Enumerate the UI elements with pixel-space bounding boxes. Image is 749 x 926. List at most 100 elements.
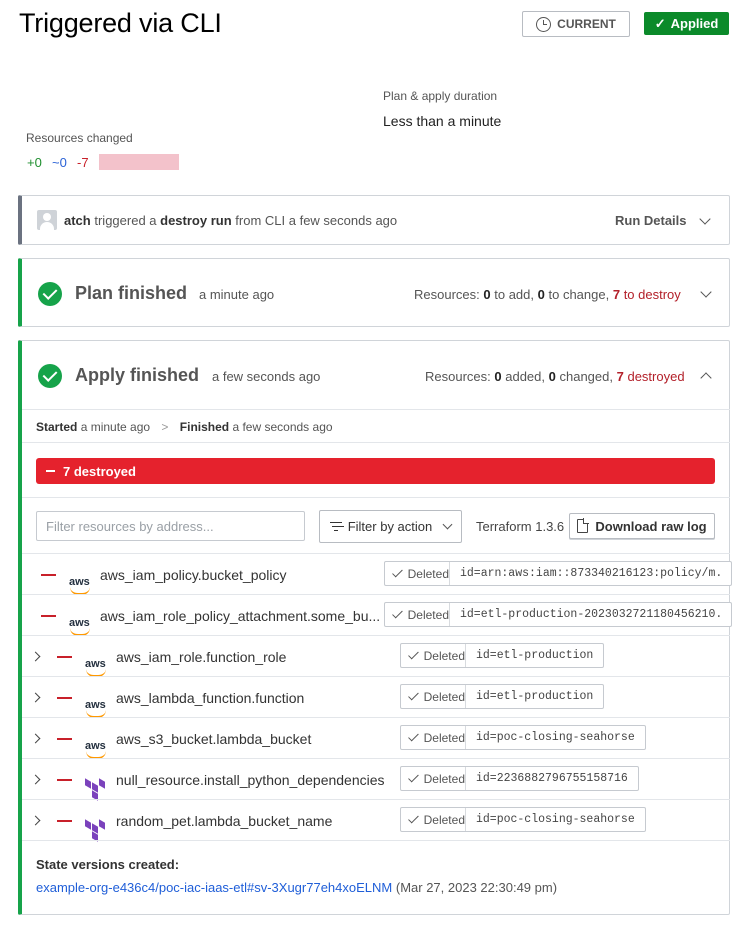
chevron-right-icon[interactable]: [30, 774, 41, 785]
run-description: atch triggered a destroy run from CLI a …: [64, 213, 397, 228]
resource-name: random_pet.lambda_bucket_name: [116, 813, 333, 829]
minus-icon: [46, 470, 55, 472]
deleted-status: Deleted: [385, 603, 450, 626]
document-icon: [577, 518, 590, 533]
resource-name: aws_s3_bucket.lambda_bucket: [116, 731, 312, 747]
check-icon: ✓: [654, 15, 666, 31]
resource-row[interactable]: random_pet.lambda_bucket_name Deleted id=p…: [22, 799, 730, 842]
apply-destroyed-text: destroyed: [627, 369, 685, 384]
divider: [22, 442, 730, 443]
chevron-right-icon[interactable]: [30, 733, 41, 744]
clock-icon: [536, 16, 552, 32]
chevron-down-icon: [442, 519, 453, 530]
resource-row[interactable]: aws aws_s3_bucket.lambda_bucket Deleted id=…: [22, 717, 730, 759]
state-versions-title: State versions created:: [36, 857, 180, 872]
run-user: atch: [64, 213, 91, 228]
minus-icon: [57, 656, 72, 658]
apply-collapse-toggle[interactable]: [700, 372, 712, 384]
chevron-right-icon[interactable]: [30, 815, 41, 826]
aws-logo-icon: aws: [85, 740, 109, 759]
minus-icon: [57, 779, 72, 781]
run-card: atch triggered a destroy run from CLI a …: [18, 195, 730, 245]
chevron-right-icon[interactable]: [30, 692, 41, 703]
resource-status: Deleted id=poc-closing-seahorse: [400, 725, 646, 750]
page-title: Triggered via CLI: [19, 8, 222, 38]
chevron-down-icon: [698, 212, 711, 225]
resource-id: id=etl-production: [476, 690, 594, 703]
resource-row[interactable]: aws aws_iam_role.function_role Deleted id=e…: [22, 635, 730, 677]
aws-logo-icon: aws: [69, 617, 93, 636]
resource-name: aws_iam_policy.bucket_policy: [100, 567, 287, 583]
apply-added-text: added,: [505, 369, 545, 384]
state-version-timestamp: (Mar 27, 2023 22:30:49 pm): [395, 880, 558, 895]
check-icon: [408, 812, 419, 824]
deleted-label: Deleted: [423, 771, 465, 786]
minus-icon: [57, 738, 72, 740]
check-icon: [408, 648, 419, 660]
apply-changed-count: 0: [548, 369, 556, 384]
check-icon: [408, 730, 419, 742]
plan-card: Plan finished a minute ago Resources: 0 …: [18, 258, 730, 327]
destroyed-count: -7: [77, 155, 89, 170]
plan-change-text: to change,: [548, 287, 610, 302]
minus-icon: [57, 820, 72, 822]
plan-time: a minute ago: [199, 287, 275, 302]
apply-destroyed-count: 7: [616, 369, 624, 384]
apply-added-count: 0: [494, 369, 502, 384]
applied-status-badge: ✓ Applied: [644, 12, 729, 35]
plan-expand-toggle[interactable]: [700, 286, 712, 298]
filter-resources-input[interactable]: [36, 511, 305, 541]
finished-time: a few seconds ago: [232, 420, 333, 434]
run-text-triggered: triggered a: [94, 213, 157, 228]
resource-row[interactable]: null_resource.install_python_dependencie…: [22, 758, 730, 801]
deleted-status: Deleted: [401, 808, 466, 831]
resources-changed-bar: [99, 154, 179, 170]
duration-value: Less than a minute: [383, 113, 502, 129]
resource-name: null_resource.install_python_dependencie…: [116, 772, 385, 788]
current-label: CURRENT: [557, 17, 616, 31]
resource-id: id=etl-production: [476, 649, 594, 662]
minus-icon: [57, 697, 72, 699]
aws-logo-icon: aws: [69, 576, 93, 595]
resource-status: Deleted id=etl-production-202303272118045…: [384, 602, 732, 627]
aws-logo-icon: aws: [85, 699, 109, 718]
plan-add-text: to add,: [494, 287, 534, 302]
filter-icon: [329, 521, 342, 532]
download-raw-log-button[interactable]: Download raw log: [569, 513, 715, 539]
deleted-status: Deleted: [401, 767, 466, 790]
plan-destroy-text: to destroy: [623, 287, 681, 302]
run-type: destroy run: [160, 213, 232, 228]
filter-by-action-label: Filter by action: [347, 519, 433, 534]
filter-by-action-button[interactable]: Filter by action: [319, 510, 462, 543]
chevron-right-icon[interactable]: [30, 651, 41, 662]
download-raw-log-label: Download raw log: [595, 518, 707, 534]
run-details-toggle[interactable]: Run Details: [615, 212, 711, 228]
check-icon: [392, 607, 403, 619]
resource-status: Deleted id=poc-closing-seahorse: [400, 807, 646, 832]
current-button[interactable]: CURRENT: [522, 11, 630, 37]
deleted-label: Deleted: [407, 607, 449, 622]
added-count: +0: [27, 155, 42, 170]
apply-title: Apply finished: [75, 365, 200, 385]
aws-logo-icon: aws: [85, 658, 109, 677]
resource-name: aws_lambda_function.function: [116, 690, 305, 706]
resource-name: aws_iam_role_policy_attachment.some_bu..…: [100, 608, 381, 624]
resource-id: id=etl-production-2023032721180456210.: [460, 608, 723, 621]
resource-id: id=2236882796755158716: [476, 772, 628, 785]
duration-label: Plan & apply duration: [383, 89, 498, 103]
check-icon: [408, 689, 419, 701]
divider: [22, 497, 730, 498]
started-label: Started: [36, 420, 78, 434]
deleted-label: Deleted: [423, 648, 465, 663]
apply-time: a few seconds ago: [212, 369, 321, 384]
resource-status: Deleted id=etl-production: [400, 643, 605, 668]
terraform-logo-icon: [85, 777, 107, 801]
resource-name: aws_iam_role.function_role: [116, 649, 287, 665]
avatar: [37, 210, 57, 230]
resource-id: id=arn:aws:iam::873340216123:policy/m.: [460, 567, 723, 580]
deleted-label: Deleted: [423, 689, 465, 704]
state-version-link[interactable]: example-org-e436c4/poc-iac-iaas-etl#sv-3…: [36, 880, 392, 895]
resource-row[interactable]: aws aws_lambda_function.function Deleted id…: [22, 676, 730, 718]
changed-count: ~0: [52, 155, 67, 170]
applied-label: Applied: [670, 16, 719, 31]
